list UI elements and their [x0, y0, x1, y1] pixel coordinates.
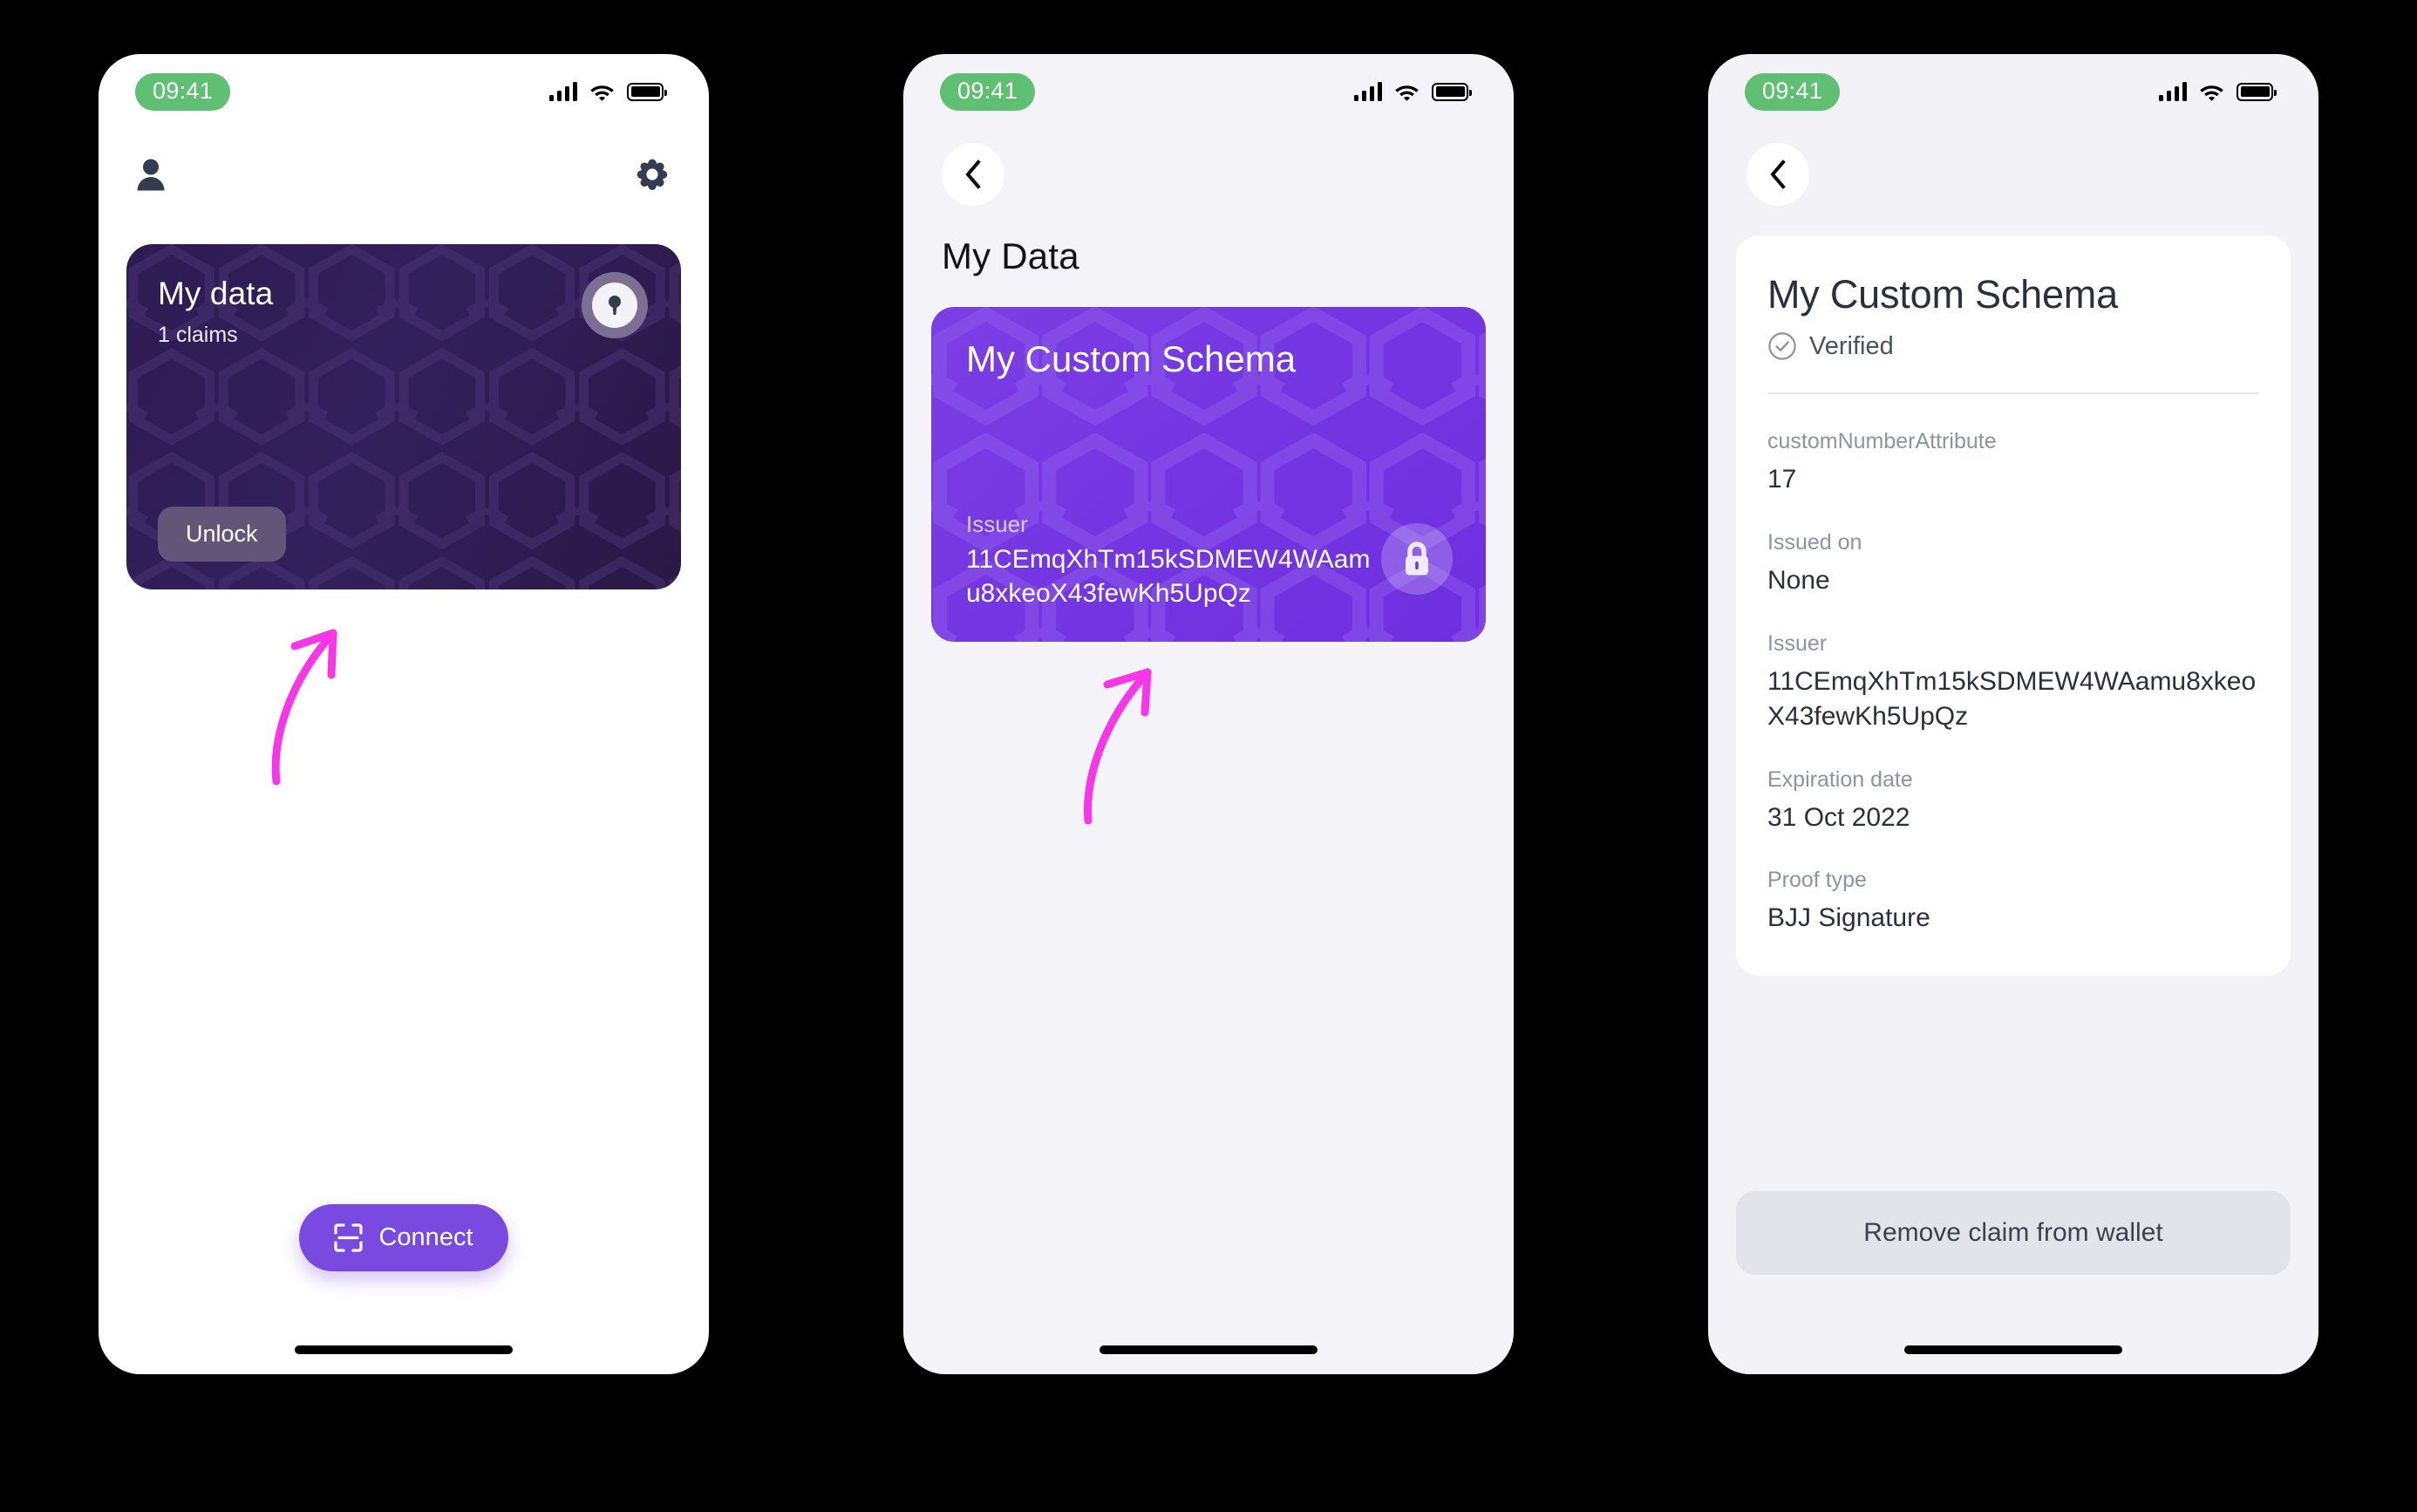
status-bar: 09:41 [903, 54, 1514, 129]
remove-claim-button[interactable]: Remove claim from wallet [1736, 1191, 2291, 1275]
person-icon[interactable] [135, 158, 167, 191]
detail-field-label: Issuer [1767, 630, 1828, 656]
schema-card-title: My Custom Schema [966, 338, 1297, 379]
my-data-claim-count: 1 claims [158, 323, 238, 347]
status-bar: 09:41 [99, 54, 709, 129]
keyhole-icon [609, 296, 621, 315]
scan-qr-icon [334, 1223, 364, 1252]
page-title: My Data [942, 235, 1079, 276]
signal-icon [2158, 82, 2187, 101]
chevron-left-icon [965, 160, 981, 189]
detail-field-value: 11CEmqXhTm15kSDMEW4WAamu8xkeoX43fewKh5Up… [1767, 666, 2257, 731]
wifi-icon [2200, 85, 2223, 101]
battery-icon [1432, 82, 1472, 101]
detail-field: Proof type BJJ Signature [1767, 868, 2259, 936]
detail-field: Issuer 11CEmqXhTm15kSDMEW4WAamu8xkeoX43f… [1767, 631, 2259, 734]
remove-button-container: Remove claim from wallet [1708, 1191, 2318, 1325]
status-time: 09:41 [135, 72, 231, 111]
detail-field-value: BJJ Signature [1767, 903, 1930, 933]
status-time: 09:41 [1745, 72, 1841, 111]
verified-label: Verified [1809, 331, 1894, 360]
detail-spacer [1708, 976, 2318, 1191]
navigation-header [903, 129, 1514, 206]
home-indicator-container [903, 1325, 1514, 1374]
my-data-card[interactable]: My data 1 claims Unlock [126, 244, 681, 589]
navigation-header [1708, 129, 2318, 206]
three-phone-screenshot-row: 09:41 My data 1 claims Unlock Connect 09… [0, 0, 2417, 1512]
home-indicator[interactable] [1100, 1345, 1317, 1354]
home-indicator-container [1708, 1325, 2318, 1374]
gear-icon[interactable] [634, 156, 671, 193]
battery-icon [2237, 82, 2277, 101]
phone-screen-my-data-list: 09:41 My Data My Custom Schema Issuer 11… [903, 54, 1514, 1374]
detail-field-value: 31 Oct 2022 [1767, 802, 1910, 832]
phone-screen-wallet-home: 09:41 My data 1 claims Unlock Connect [99, 54, 709, 1374]
unlock-button[interactable]: Unlock [158, 507, 286, 562]
home-toolbar [99, 129, 709, 204]
detail-field-label: Issued on [1767, 529, 1862, 555]
wifi-icon [590, 85, 614, 101]
status-time: 09:41 [940, 72, 1036, 111]
home-indicator-container [99, 1325, 709, 1374]
detail-field-label: Expiration date [1767, 766, 1913, 792]
status-icons [2158, 82, 2277, 101]
home-spacer [99, 589, 709, 1204]
my-data-title: My data [158, 276, 274, 311]
home-indicator[interactable] [295, 1345, 513, 1354]
connect-button-container: Connect [99, 1204, 709, 1325]
status-icons [1353, 82, 1472, 101]
schema-claim-card[interactable]: My Custom Schema Issuer 11CEmqXhTm15kSDM… [931, 307, 1486, 642]
connect-button-label: Connect [378, 1223, 473, 1251]
detail-field-label: customNumberAttribute [1767, 429, 1997, 453]
status-icons [548, 82, 667, 101]
status-bar: 09:41 [1708, 54, 2318, 129]
verified-status-badge: Verified [1767, 331, 2259, 361]
check-circle-icon [1768, 332, 1796, 360]
phone-screen-claim-detail: 09:41 My Custom Schema Verified customNu… [1708, 54, 2318, 1374]
home-indicator[interactable] [1904, 1345, 2122, 1354]
issuer-block: Issuer 11CEmqXhTm15kSDMEW4WAamu8xkeoX43f… [966, 511, 1385, 610]
detail-field: Issued on None [1767, 530, 2259, 598]
detail-field-value: 17 [1767, 465, 1797, 494]
detail-field: customNumberAttribute 17 [1767, 429, 2259, 497]
battery-icon [627, 82, 667, 101]
wifi-icon [1395, 85, 1419, 101]
claim-title: My Custom Schema [1767, 272, 2118, 317]
signal-icon [1353, 82, 1382, 101]
back-button[interactable] [1746, 143, 1809, 206]
issuer-value: 11CEmqXhTm15kSDMEW4WAamu8xkeoX43fewKh5Up… [966, 545, 1371, 608]
detail-divider [1767, 392, 2259, 394]
chevron-left-icon [1770, 160, 1786, 189]
lock-badge [1381, 523, 1453, 595]
connect-button[interactable]: Connect [299, 1204, 508, 1271]
keyhole-badge [582, 272, 648, 338]
detail-field-value: None [1767, 565, 1830, 595]
back-button[interactable] [942, 143, 1004, 206]
detail-field: Expiration date 31 Oct 2022 [1767, 767, 2259, 835]
claim-detail-card: My Custom Schema Verified customNumberAt… [1736, 235, 2291, 977]
detail-field-label: Proof type [1767, 868, 1867, 893]
signal-icon [548, 82, 577, 101]
lock-icon [1406, 541, 1428, 576]
issuer-label: Issuer [966, 511, 1028, 538]
